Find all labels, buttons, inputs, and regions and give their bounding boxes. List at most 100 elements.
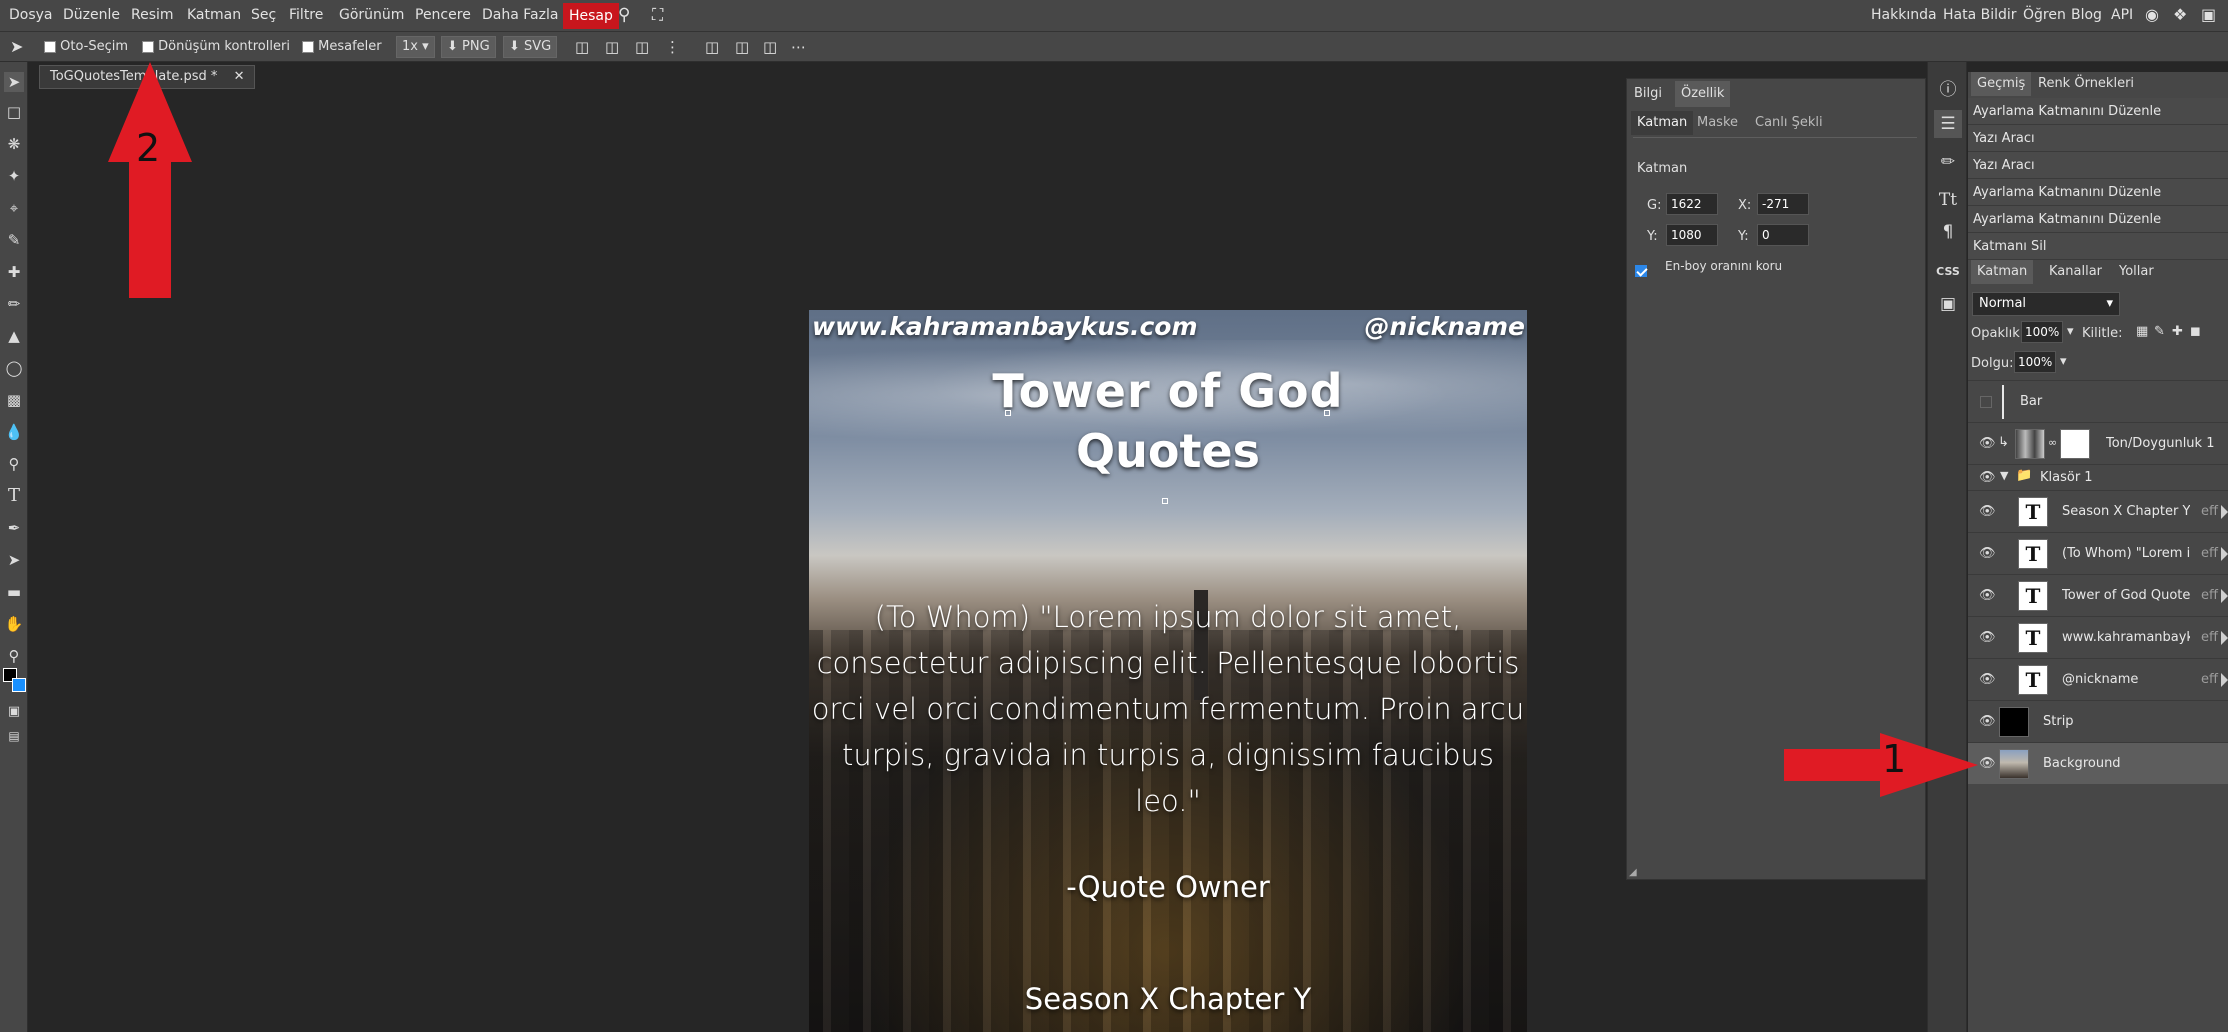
crop-tool-icon[interactable]: ⌖	[4, 198, 24, 218]
canvas-season-text[interactable]: Season X Chapter Y	[809, 982, 1527, 1016]
eye-icon[interactable]: 👁	[1979, 672, 1996, 688]
menu-blog[interactable]: Blog	[2071, 0, 2102, 32]
history-item[interactable]: Yazı Aracı	[1968, 125, 2228, 152]
type-tool-icon[interactable]: T	[4, 486, 24, 506]
tab-gecmis[interactable]: Geçmiş	[1971, 72, 2032, 96]
distribute-v-icon[interactable]: ⋯	[791, 32, 806, 62]
x-input[interactable]: -271	[1757, 193, 1809, 215]
lasso-tool-icon[interactable]: ❋	[4, 134, 24, 154]
menu-dosya[interactable]: Dosya	[9, 0, 53, 32]
history-item[interactable]: Ayarlama Katmanını Düzenle	[1968, 206, 2228, 233]
fill-input[interactable]: 100%	[2014, 351, 2056, 373]
expand-effects-icon[interactable]	[2221, 589, 2228, 603]
layer-row-background[interactable]: 👁 Background	[1968, 742, 2228, 784]
menu-filtre[interactable]: Filtre	[289, 0, 323, 32]
quick-mask-icon[interactable]: ▣	[4, 702, 24, 722]
align-bottom-icon[interactable]: ◫	[763, 32, 777, 62]
healing-brush-icon[interactable]: ✚	[4, 262, 24, 282]
transform-controls-check[interactable]	[142, 40, 154, 53]
eye-icon[interactable]: 👁	[1979, 630, 1996, 646]
transform-handle[interactable]	[1005, 410, 1011, 416]
marquee-tool-icon[interactable]: □	[4, 102, 24, 122]
expand-effects-icon[interactable]	[2221, 673, 2228, 687]
distribute-h-icon[interactable]: ⋮	[665, 32, 680, 62]
layer-row-text[interactable]: 👁 T www.kahramanbayk eff	[1968, 616, 2228, 658]
folder-expand-icon[interactable]: ▼	[2000, 469, 2008, 482]
width-input[interactable]: 1622	[1666, 193, 1718, 215]
magic-wand-icon[interactable]: ✦	[4, 166, 24, 186]
canvas-url-text[interactable]: www.kahramanbaykus.com	[812, 312, 1198, 341]
fill-dropdown-icon[interactable]: ▾	[2060, 354, 2067, 369]
menu-hesap[interactable]: Hesap	[563, 3, 619, 29]
hand-tool-icon[interactable]: ✋	[4, 614, 24, 634]
fullscreen-icon[interactable]: ⛶	[652, 0, 663, 32]
transform-controls-checkbox[interactable]: Dönüşüm kontrolleri	[142, 32, 290, 62]
path-select-icon[interactable]: ➤	[4, 550, 24, 570]
opacity-input[interactable]: 100%	[2021, 321, 2063, 343]
paragraph-icon[interactable]: ¶	[1934, 218, 1962, 246]
lock-paint-icon[interactable]: ✎	[2154, 324, 2165, 339]
eye-icon[interactable]: 👁	[1979, 504, 1996, 520]
character-icon[interactable]: Tt	[1934, 186, 1962, 214]
zoom-tool-icon[interactable]: ⚲	[4, 646, 24, 666]
zoom-select[interactable]: 1x ▾	[396, 36, 435, 58]
menu-daha-fazla[interactable]: Daha Fazla	[482, 0, 558, 32]
canvas-owner-text[interactable]: -Quote Owner	[809, 870, 1527, 904]
dodge-tool-icon[interactable]: ⚲	[4, 454, 24, 474]
lock-move-icon[interactable]: ✚	[2172, 324, 2183, 339]
tab-bilgi[interactable]: Bilgi	[1628, 81, 1668, 107]
eye-icon[interactable]: 👁	[1979, 546, 1996, 562]
effects-label[interactable]: eff	[2201, 575, 2218, 617]
aspect-ratio-check[interactable]	[1635, 264, 1647, 277]
tab-ozellikler[interactable]: Özellik	[1675, 81, 1731, 107]
canvas-quote-line[interactable]: turpis, gravida in turpis a, dignissim f…	[809, 732, 1527, 824]
move-tool-icon[interactable]: ➤	[10, 32, 23, 62]
blur-tool-icon[interactable]: 💧	[4, 422, 24, 442]
close-icon[interactable]: ✕	[234, 69, 245, 84]
canvas-nickname-text[interactable]: @nickname	[1365, 312, 1526, 341]
layer-row-folder[interactable]: 👁 ▼ 📁 Klasör 1	[1968, 464, 2228, 490]
menu-hakkinda[interactable]: Hakkında	[1871, 0, 1937, 32]
eye-icon[interactable]: 👁	[1979, 436, 1996, 452]
layer-row-strip[interactable]: 👁 Strip	[1968, 700, 2228, 742]
opacity-dropdown-icon[interactable]: ▾	[2067, 324, 2074, 339]
expand-effects-icon[interactable]	[2221, 547, 2228, 561]
effects-label[interactable]: eff	[2201, 533, 2218, 575]
rectangle-tool-icon[interactable]: ▬	[4, 582, 24, 602]
subtab-katman[interactable]: Katman	[1631, 111, 1694, 135]
eye-icon[interactable]: 👁	[1979, 714, 1996, 730]
background-color-swatch[interactable]	[12, 678, 26, 692]
history-item[interactable]: Ayarlama Katmanını Düzenle	[1968, 98, 2228, 125]
export-svg-button[interactable]: ⬇ SVG	[503, 36, 558, 58]
subtab-maske[interactable]: Maske	[1691, 111, 1744, 135]
document-canvas[interactable]: www.kahramanbaykus.com @nickname Tower o…	[809, 310, 1527, 1032]
transform-handle[interactable]	[1162, 498, 1168, 504]
history-item[interactable]: Katmanı Sil	[1968, 233, 2228, 260]
canvas-title-line2[interactable]: Quotes	[809, 424, 1527, 478]
reddit-icon[interactable]: ◉	[2145, 0, 2159, 32]
facebook-icon[interactable]: ▣	[2201, 0, 2216, 32]
screen-mode-icon[interactable]: ▤	[4, 726, 24, 746]
menu-hata-bildir[interactable]: Hata Bildir	[1943, 0, 2017, 32]
height-input[interactable]: 1080	[1666, 224, 1718, 246]
eye-icon[interactable]: 👁	[1979, 756, 1996, 772]
move-tool-icon[interactable]: ➤	[4, 72, 24, 92]
align-right-icon[interactable]: ◫	[635, 32, 649, 62]
menu-api[interactable]: API	[2111, 0, 2133, 32]
layer-row-text[interactable]: 👁 T (To Whom) "Lorem ip eff	[1968, 532, 2228, 574]
clone-stamp-icon[interactable]: ▲	[4, 326, 24, 346]
distances-checkbox[interactable]: Mesafeler	[302, 32, 382, 62]
y-input[interactable]: 0	[1757, 224, 1809, 246]
align-left-icon[interactable]: ◫	[575, 32, 589, 62]
canvas-quote-line[interactable]: consectetur adipiscing elit. Pellentesqu…	[809, 640, 1527, 686]
pen-tool-icon[interactable]: ✒	[4, 518, 24, 538]
blend-mode-select[interactable]: Normal ▾	[1972, 292, 2120, 316]
aspect-ratio-checkbox[interactable]	[1635, 260, 1647, 279]
layer-row-text[interactable]: 👁 T Tower of God Quotes eff	[1968, 574, 2228, 616]
tab-kanallar[interactable]: Kanallar	[2043, 260, 2108, 284]
twitter-icon[interactable]: ❖	[2173, 0, 2187, 32]
effects-label[interactable]: eff	[2201, 617, 2218, 659]
canvas-quote-line[interactable]: (To Whom) "Lorem ipsum dolor sit amet,	[809, 594, 1527, 640]
effects-label[interactable]: eff	[2201, 491, 2218, 533]
layer-row-bar[interactable]: Bar	[1968, 380, 2228, 422]
